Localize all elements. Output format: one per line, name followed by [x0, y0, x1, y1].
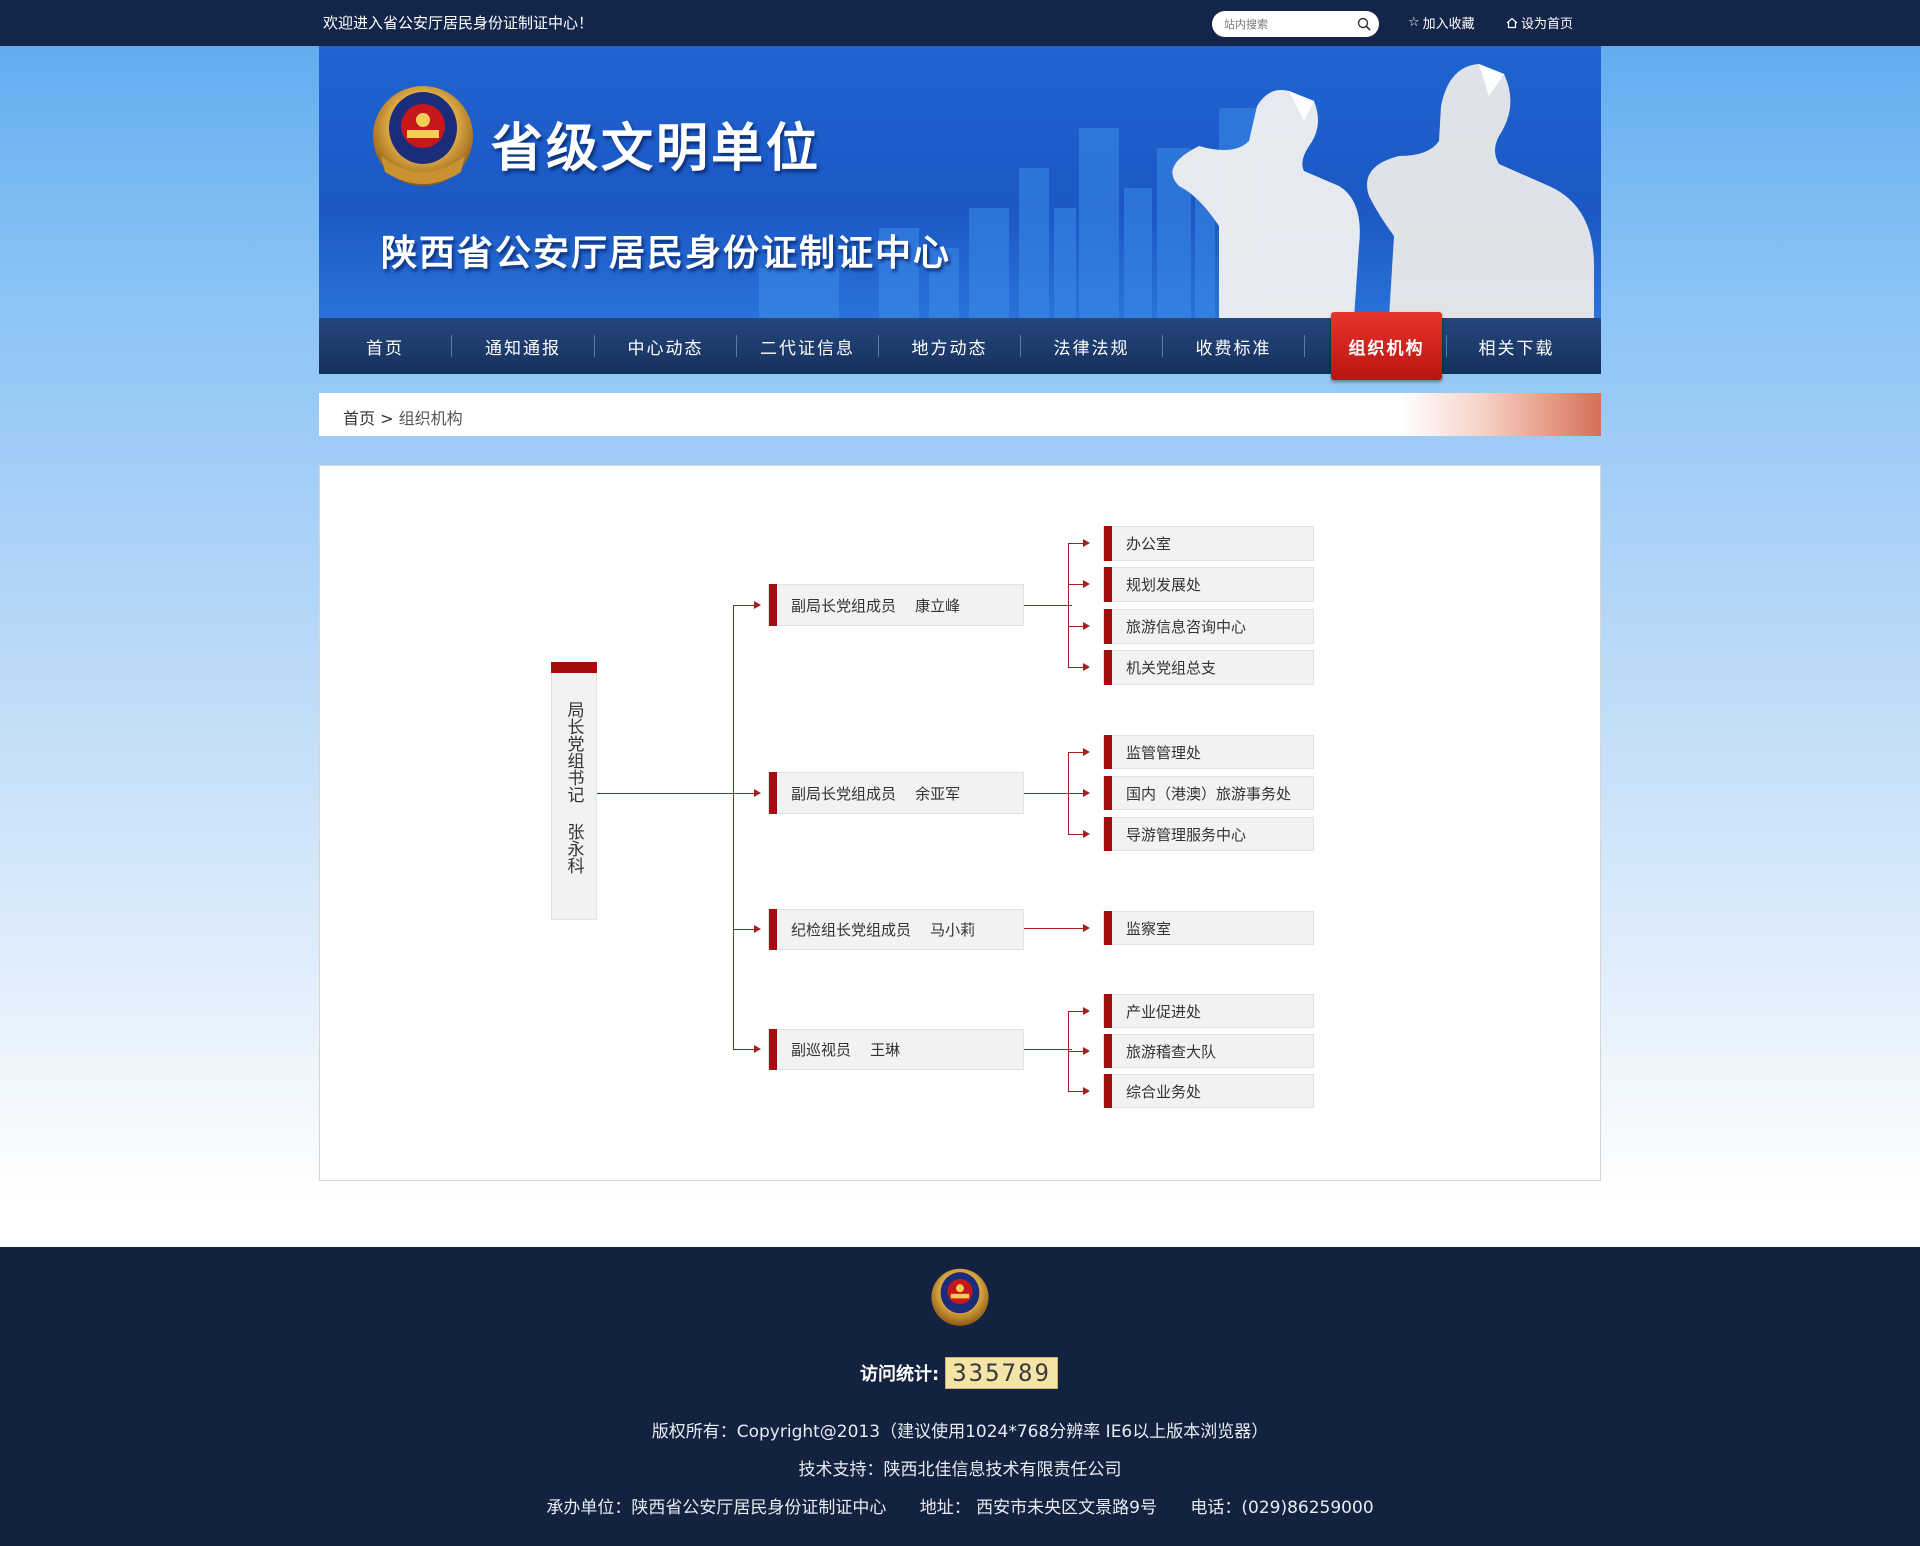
org-chart-panel: 局长党组书记 张永科 副局长党组成员 康立峰 副局长党组成员 余亚军 纪检组长党… — [319, 465, 1601, 1181]
org-leaf-node: 监管管理处 — [1103, 735, 1314, 769]
org-leaf-label: 监察室 — [1126, 919, 1172, 938]
org-leaf-node: 旅游稽查大队 — [1103, 1034, 1314, 1068]
host-unit-text: 承办单位：陕西省公安厅居民身份证制证中心 — [546, 1498, 887, 1518]
connector — [733, 605, 734, 1050]
nav-downloads[interactable]: 相关下载 — [1447, 318, 1586, 374]
police-emblem-logo — [373, 86, 473, 186]
banner-subtitle: 陕西省公安厅居民身份证制证中心 — [381, 233, 952, 274]
nav-local-news[interactable]: 地方动态 — [879, 318, 1020, 374]
org-root-label: 局长党组书记 张永科 — [563, 701, 584, 874]
org-leaf-label: 旅游信息咨询中心 — [1126, 618, 1247, 636]
saluting-officers-illustration — [1172, 64, 1594, 318]
nav-id-info[interactable]: 二代证信息 — [737, 318, 878, 374]
org-leaf-node: 旅游信息咨询中心 — [1103, 609, 1314, 644]
search-input[interactable] — [1224, 15, 1354, 33]
org-branch-label: 副局长党组成员 康立峰 — [791, 596, 961, 615]
breadcrumb-separator: > — [380, 409, 394, 428]
nav-fees[interactable]: 收费标准 — [1163, 318, 1304, 374]
org-leaf-label: 产业促进处 — [1126, 1002, 1202, 1021]
header-banner: 省级文明单位 陕西省公安厅居民身份证制证中心 — [319, 46, 1601, 318]
bookmark-link[interactable]: ☆ 加入收藏 — [1408, 13, 1475, 32]
org-root-node: 局长党组书记 张永科 — [551, 662, 597, 920]
org-branch-node: 副局长党组成员 康立峰 — [768, 584, 1024, 626]
search-box[interactable] — [1212, 11, 1379, 37]
home-icon — [1506, 17, 1518, 28]
org-leaf-node: 规划发展处 — [1103, 567, 1314, 602]
banner-title: 省级文明单位 — [491, 119, 822, 179]
connector — [597, 793, 753, 794]
org-branch-node: 副局长党组成员 余亚军 — [768, 772, 1024, 814]
org-leaf-node: 国内（港澳）旅游事务处 — [1103, 776, 1314, 810]
root-accent-bar — [551, 662, 597, 673]
bookmark-label: 加入收藏 — [1422, 17, 1475, 32]
org-leaf-node: 监察室 — [1103, 911, 1314, 945]
org-branch-node: 纪检组长党组成员 马小莉 — [768, 909, 1024, 950]
visit-counter: 访问统计: 335789 — [860, 1357, 1058, 1389]
nav-home[interactable]: 首页 — [319, 318, 451, 374]
org-leaf-label: 监管管理处 — [1126, 743, 1202, 762]
phone-text: 电话：(029)86259000 — [1190, 1498, 1374, 1518]
org-leaf-label: 机关党组总支 — [1126, 659, 1217, 677]
breadcrumb-current: 组织机构 — [398, 409, 463, 428]
nav-organization-active[interactable]: 组织机构 — [1331, 312, 1442, 380]
nav-notices[interactable]: 通知通报 — [452, 318, 594, 374]
org-leaf-label: 导游管理服务中心 — [1126, 825, 1247, 844]
org-leaf-label: 旅游稽查大队 — [1126, 1042, 1217, 1061]
org-branch-label: 副局长党组成员 余亚军 — [791, 784, 961, 803]
org-branch-label: 纪检组长党组成员 马小莉 — [791, 921, 976, 939]
top-bar: 欢迎进入省公安厅居民身份证制证中心！ ☆ 加入收藏 设为首页 — [0, 0, 1920, 46]
org-leaf-node: 办公室 — [1103, 526, 1314, 561]
org-leaf-label: 规划发展处 — [1126, 576, 1202, 594]
welcome-text: 欢迎进入省公安厅居民身份证制证中心！ — [323, 14, 594, 32]
star-icon: ☆ — [1408, 15, 1420, 30]
org-leaf-node: 综合业务处 — [1103, 1074, 1314, 1108]
org-leaf-node: 产业促进处 — [1103, 994, 1314, 1028]
breadcrumb: 首页 > 组织机构 — [319, 393, 1601, 436]
set-homepage-label: 设为首页 — [1521, 17, 1574, 32]
address-text: 地址： 西安市未央区文景路9号 — [919, 1498, 1157, 1518]
nav-laws[interactable]: 法律法规 — [1021, 318, 1162, 374]
breadcrumb-home-link[interactable]: 首页 — [343, 409, 375, 428]
nav-center-news[interactable]: 中心动态 — [595, 318, 736, 374]
footer: 访问统计: 335789 版权所有：Copyright@2013（建议使用102… — [0, 1247, 1920, 1546]
set-homepage-link[interactable]: 设为首页 — [1506, 13, 1573, 32]
org-leaf-node: 机关党组总支 — [1103, 650, 1314, 685]
org-branch-node: 副巡视员 王琳 — [768, 1029, 1024, 1070]
org-leaf-label: 综合业务处 — [1126, 1082, 1202, 1101]
visit-count: 335789 — [945, 1357, 1058, 1389]
org-branch-label: 副巡视员 王琳 — [791, 1041, 901, 1059]
main-nav: 首页 通知通报 中心动态 二代证信息 地方动态 法律法规 收费标准 相关下载 组… — [319, 312, 1601, 380]
police-emblem-logo — [931, 1268, 989, 1326]
search-icon[interactable] — [1357, 17, 1371, 31]
visit-label: 访问统计: — [860, 1364, 940, 1385]
org-leaf-node: 导游管理服务中心 — [1103, 817, 1314, 851]
org-leaf-label: 办公室 — [1126, 535, 1172, 553]
copyright-text: 版权所有：Copyright@2013（建议使用1024*768分辨率 IE6以… — [651, 1422, 1269, 1442]
contact-info: 承办单位：陕西省公安厅居民身份证制证中心 地址： 西安市未央区文景路9号 电话：… — [0, 1493, 1920, 1518]
tiananmen-decoration — [1401, 393, 1601, 436]
org-leaf-label: 国内（港澳）旅游事务处 — [1126, 784, 1292, 803]
tech-support-text: 技术支持：陕西北佳信息技术有限责任公司 — [798, 1460, 1122, 1480]
